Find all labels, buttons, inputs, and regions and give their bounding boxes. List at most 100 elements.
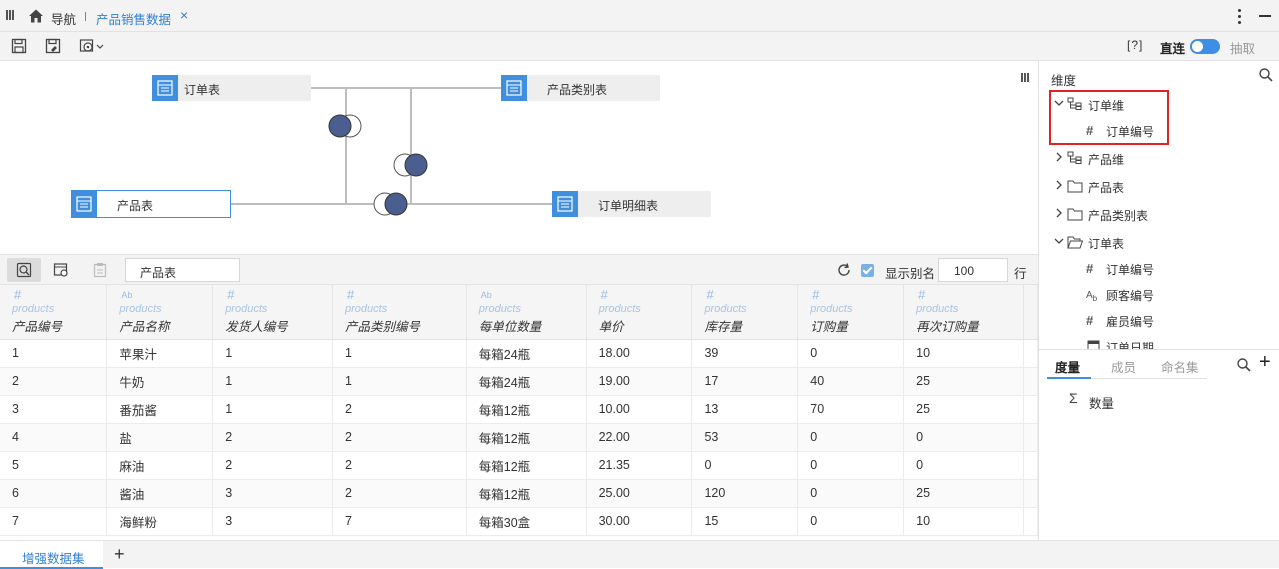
column-header[interactable]: Ab products 产品名称 [106, 285, 214, 340]
table-cell[interactable]: 3 [0, 395, 108, 424]
diagram-collapse-icon[interactable] [1021, 73, 1029, 83]
table-cell[interactable]: 0 [903, 423, 1024, 452]
table-cell[interactable]: 17 [691, 367, 799, 396]
column-header[interactable]: # products 单价 [586, 285, 693, 340]
panel-toggle-icon[interactable] [6, 10, 14, 21]
table-cell[interactable]: 21.35 [586, 451, 693, 480]
table-cell[interactable]: 每箱24瓶 [466, 367, 587, 396]
table-cell[interactable]: 酱油 [106, 479, 214, 508]
table-cell[interactable]: 0 [903, 451, 1024, 480]
table-cell[interactable]: 25 [903, 395, 1024, 424]
table-cell[interactable]: 牛奶 [106, 367, 214, 396]
table-cell[interactable]: 0 [797, 451, 905, 480]
table-cell[interactable]: 每箱24瓶 [466, 339, 587, 368]
table-row[interactable]: 3 番茄酱 1 2 每箱12瓶 10.00 13 70 25 [0, 395, 1038, 424]
row-count-input[interactable]: 100 [938, 258, 1008, 282]
tab-product-sales[interactable]: 产品销售数据 [96, 9, 171, 28]
table-node-category[interactable]: 产品类别表 [501, 75, 660, 101]
table-cell[interactable]: 2 [212, 423, 333, 452]
tree-item[interactable]: 订单日期 [1086, 336, 1266, 350]
table-cell[interactable]: 苹果汁 [106, 339, 214, 368]
table-cell[interactable]: 22.00 [586, 423, 693, 452]
table-cell[interactable]: 0 [797, 507, 905, 536]
column-header[interactable]: # products 库存量 [691, 285, 799, 340]
table-cell[interactable]: 每箱12瓶 [466, 423, 587, 452]
table-cell[interactable]: 30.00 [586, 507, 693, 536]
table-node-orders[interactable]: 订单表 [152, 75, 311, 101]
table-cell[interactable]: 0 [797, 479, 905, 508]
table-cell[interactable]: 3 [212, 507, 333, 536]
tree-item[interactable]: 订单表 [1053, 232, 1233, 254]
tab-measure[interactable]: 度量 [1055, 357, 1080, 376]
add-tab-button[interactable]: + [114, 544, 125, 565]
table-cell[interactable]: 麻油 [106, 451, 214, 480]
table-cell[interactable]: 15 [691, 507, 799, 536]
chevron-down-icon[interactable] [1053, 235, 1065, 247]
table-cell[interactable]: 1 [0, 339, 108, 368]
dataset-name-field[interactable]: 产品表 [125, 258, 240, 282]
tab-enhanced-dataset[interactable]: 增强数据集 [0, 541, 103, 569]
table-cell[interactable]: 1 [212, 367, 333, 396]
settings-dropdown-icon[interactable] [79, 38, 107, 54]
join-icon[interactable] [326, 113, 364, 139]
nav-tab-label[interactable]: 导航 [51, 9, 76, 28]
table-cell[interactable]: 0 [691, 451, 799, 480]
table-cell[interactable]: 7 [332, 507, 467, 536]
show-alias-checkbox[interactable] [861, 264, 874, 277]
table-settings-button[interactable] [44, 258, 78, 282]
table-cell[interactable]: 13 [691, 395, 799, 424]
chevron-right-icon[interactable] [1053, 151, 1065, 163]
column-header[interactable]: # products 订购量 [797, 285, 905, 340]
table-row[interactable]: 1 苹果汁 1 1 每箱24瓶 18.00 39 0 10 [0, 339, 1038, 368]
table-cell[interactable]: 25 [903, 367, 1024, 396]
table-cell[interactable]: 7 [0, 507, 108, 536]
table-cell[interactable]: 1 [212, 339, 333, 368]
table-row[interactable]: 2 牛奶 1 1 每箱24瓶 19.00 17 40 25 [0, 367, 1038, 396]
table-cell[interactable]: 海鲜粉 [106, 507, 214, 536]
measure-item[interactable]: 数量 [1089, 393, 1114, 412]
tree-item[interactable]: Ab 顾客编号 [1086, 284, 1266, 306]
table-cell[interactable]: 10.00 [586, 395, 693, 424]
tree-item[interactable]: # 订单编号 [1086, 258, 1266, 280]
table-row[interactable]: 7 海鲜粉 3 7 每箱30盒 30.00 15 0 10 [0, 507, 1038, 536]
table-cell[interactable]: 每箱12瓶 [466, 451, 587, 480]
save-as-icon[interactable] [45, 38, 61, 54]
table-cell[interactable]: 每箱12瓶 [466, 479, 587, 508]
direct-extract-toggle[interactable] [1190, 39, 1220, 54]
table-row[interactable]: 6 酱油 3 2 每箱12瓶 25.00 120 0 25 [0, 479, 1038, 508]
join-icon[interactable] [372, 191, 410, 217]
table-cell[interactable]: 每箱30盒 [466, 507, 587, 536]
table-cell[interactable]: 2 [332, 479, 467, 508]
table-node-products[interactable]: 产品表 [71, 190, 231, 218]
tree-item[interactable]: # 雇员编号 [1086, 310, 1266, 332]
table-cell[interactable]: 25 [903, 479, 1024, 508]
table-cell[interactable]: 0 [797, 339, 905, 368]
add-icon[interactable]: + [1259, 351, 1271, 374]
clipboard-button[interactable] [83, 258, 117, 282]
table-row[interactable]: 4 盐 2 2 每箱12瓶 22.00 53 0 0 [0, 423, 1038, 452]
minimize-icon[interactable] [1259, 15, 1271, 17]
tab-close-icon[interactable]: × [180, 7, 188, 23]
table-cell[interactable]: 3 [212, 479, 333, 508]
table-cell[interactable]: 70 [797, 395, 905, 424]
table-cell[interactable]: 120 [691, 479, 799, 508]
table-row[interactable]: 5 麻油 2 2 每箱12瓶 21.35 0 0 0 [0, 451, 1038, 480]
table-cell[interactable]: 39 [691, 339, 799, 368]
table-cell[interactable]: 25.00 [586, 479, 693, 508]
table-cell[interactable]: 1 [332, 367, 467, 396]
table-cell[interactable]: 2 [332, 451, 467, 480]
tree-item[interactable]: 产品维 [1053, 148, 1233, 170]
table-cell[interactable]: 2 [332, 423, 467, 452]
tree-item[interactable]: 产品类别表 [1053, 204, 1233, 226]
column-header[interactable]: Ab products 每单位数量 [466, 285, 587, 340]
chevron-right-icon[interactable] [1053, 207, 1065, 219]
table-cell[interactable]: 每箱12瓶 [466, 395, 587, 424]
help-button[interactable]: [?] [1127, 38, 1143, 52]
table-cell[interactable]: 2 [0, 367, 108, 396]
table-cell[interactable]: 0 [797, 423, 905, 452]
table-cell[interactable]: 19.00 [586, 367, 693, 396]
table-cell[interactable]: 1 [212, 395, 333, 424]
search-icon[interactable] [1236, 357, 1252, 373]
column-header[interactable]: # products 产品类别编号 [332, 285, 467, 340]
table-cell[interactable]: 40 [797, 367, 905, 396]
